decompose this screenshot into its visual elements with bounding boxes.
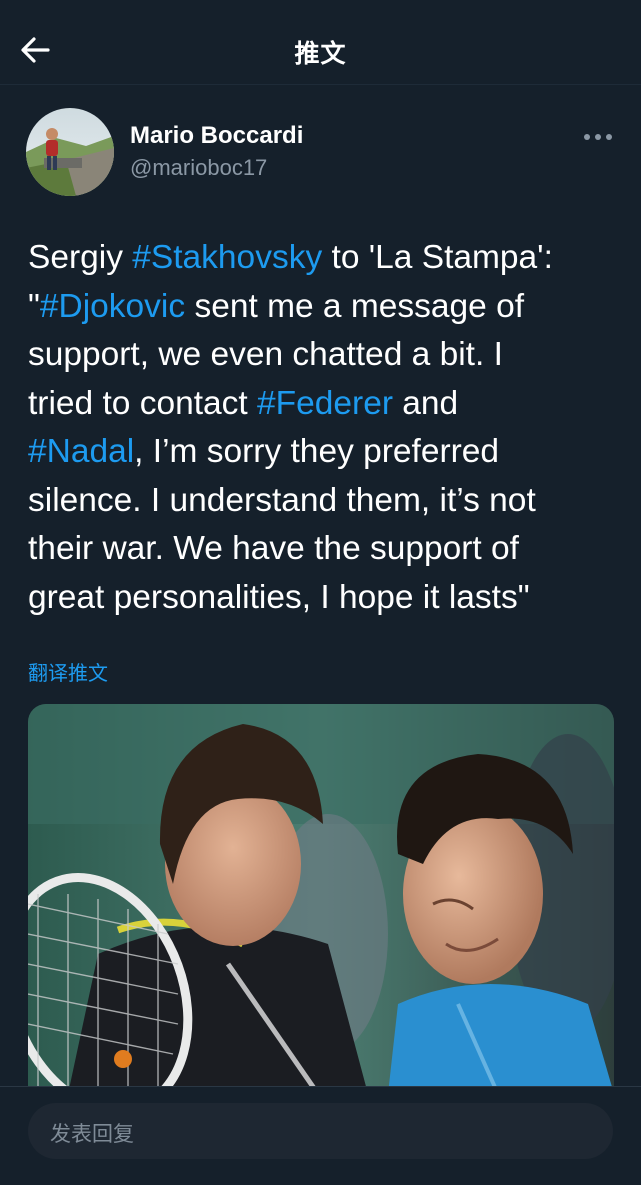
- hashtag-link[interactable]: #Stakhovsky: [132, 239, 322, 276]
- tweet-text-segment: ": [28, 287, 40, 325]
- tweet-text-segment: their war. We have the support of: [28, 530, 519, 567]
- reply-input[interactable]: 发表回复: [28, 1103, 613, 1159]
- translate-tweet-link[interactable]: 翻译推文: [28, 657, 108, 686]
- top-bar: 推文: [0, 0, 641, 85]
- tweet-text-line: #Nadal, I’m sorry they preferred: [28, 428, 623, 477]
- reply-bar: 发表回复: [0, 1086, 641, 1185]
- author-display-name[interactable]: Mario Boccardi: [130, 122, 303, 150]
- tweet-text-segment: sent me a message of: [185, 287, 525, 325]
- tweet-text-line: support, we even chatted a bit. I: [28, 331, 623, 380]
- tweet-text-segment: and: [392, 384, 459, 422]
- more-horizontal-icon: [584, 134, 612, 140]
- page-title: 推文: [294, 39, 347, 68]
- hashtag-link[interactable]: #Djokovic: [40, 288, 185, 325]
- more-options-button[interactable]: [582, 128, 616, 146]
- tweet-text-line: Sergiy #Stakhovsky to 'La Stampa':: [28, 234, 623, 283]
- tweet-text-line: silence. I understand them, it’s not: [28, 477, 623, 526]
- tweet-text-segment: Sergiy: [28, 239, 133, 276]
- tweet-text-segment: silence. I understand them, it’s not: [28, 481, 536, 519]
- hashtag-link[interactable]: #Nadal: [28, 433, 134, 470]
- tweet-text-segment: to 'La Stampa':: [322, 239, 553, 276]
- reply-placeholder: 发表回复: [50, 1122, 134, 1146]
- tweet-text-line: great personalities, I hope it lasts": [28, 574, 623, 623]
- hashtag-link[interactable]: #Federer: [257, 385, 393, 422]
- tweet-text-line: their war. We have the support of: [28, 525, 623, 574]
- author-handle[interactable]: @marioboc17: [130, 155, 267, 181]
- tweet-text-line: "#Djokovic sent me a message of: [28, 283, 623, 332]
- tweet-text-line: tried to contact #Federer and: [28, 380, 623, 429]
- tweet-text-segment: tried to contact: [28, 384, 258, 422]
- tweet-text-segment: , I’m sorry they preferred: [134, 433, 500, 470]
- avatar[interactable]: [26, 108, 114, 196]
- tweet-text-segment: support, we even chatted a bit. I: [28, 336, 503, 373]
- tweet-text-segment: great personalities, I hope it lasts": [28, 578, 530, 616]
- tweet-text: Sergiy #Stakhovsky to 'La Stampa': "#Djok…: [28, 234, 623, 622]
- tweet-photo[interactable]: [28, 704, 614, 1094]
